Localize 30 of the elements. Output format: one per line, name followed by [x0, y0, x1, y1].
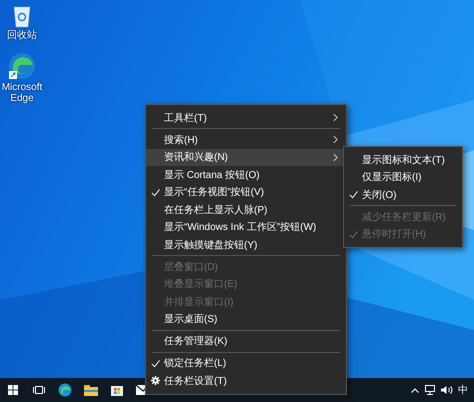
menu-item[interactable]: 任务管理器(K) [146, 332, 346, 350]
menu-item[interactable]: 在任务栏上显示人脉(P) [146, 201, 346, 218]
menu-item[interactable]: 显示 Cortana 按钮(O) [146, 166, 346, 184]
browser-icon[interactable] [58, 383, 72, 397]
task-view-icon[interactable] [33, 385, 45, 395]
menu-item[interactable]: 关闭(O) [344, 186, 462, 204]
browser-icon[interactable] [8, 52, 36, 80]
input-method-indicator[interactable]: 中 [458, 383, 468, 397]
folder-icon[interactable] [84, 384, 98, 396]
recycle-bin-icon[interactable] [12, 4, 32, 28]
volume-icon[interactable] [441, 385, 453, 395]
menu-item[interactable]: 显示桌面(S) [146, 310, 346, 328]
menu-item[interactable]: 显示触摸键盘按钮(Y) [146, 236, 346, 254]
menu-item[interactable]: 显示“任务视图”按钮(V) [146, 184, 346, 201]
menu-item[interactable]: 工具栏(T) [146, 109, 346, 126]
desktop-icon-label: Microsoft Edge [2, 82, 42, 104]
menu-item[interactable]: 搜索(H) [146, 131, 346, 148]
menu-item[interactable]: 锁定任务栏(L) [146, 354, 346, 372]
chevron-right-icon [333, 113, 338, 122]
chevron-up-icon[interactable] [411, 388, 419, 392]
windows-logo-icon[interactable] [8, 385, 18, 395]
store-bag-icon[interactable] [111, 384, 123, 396]
settings-icon [151, 376, 160, 385]
desktop-icon-label: 回收站 [7, 30, 37, 41]
menu-item[interactable]: 任务栏设置(T) [146, 372, 346, 390]
menu-item[interactable]: 资讯和兴趣(N) [146, 148, 346, 166]
menu-item[interactable]: 仅显示图标(I) [344, 168, 462, 186]
network-icon[interactable] [424, 385, 436, 395]
menu-item[interactable]: 显示图标和文本(T) [344, 151, 462, 168]
menu-item[interactable]: 显示“Windows Ink 工作区”按钮(W) [146, 218, 346, 236]
